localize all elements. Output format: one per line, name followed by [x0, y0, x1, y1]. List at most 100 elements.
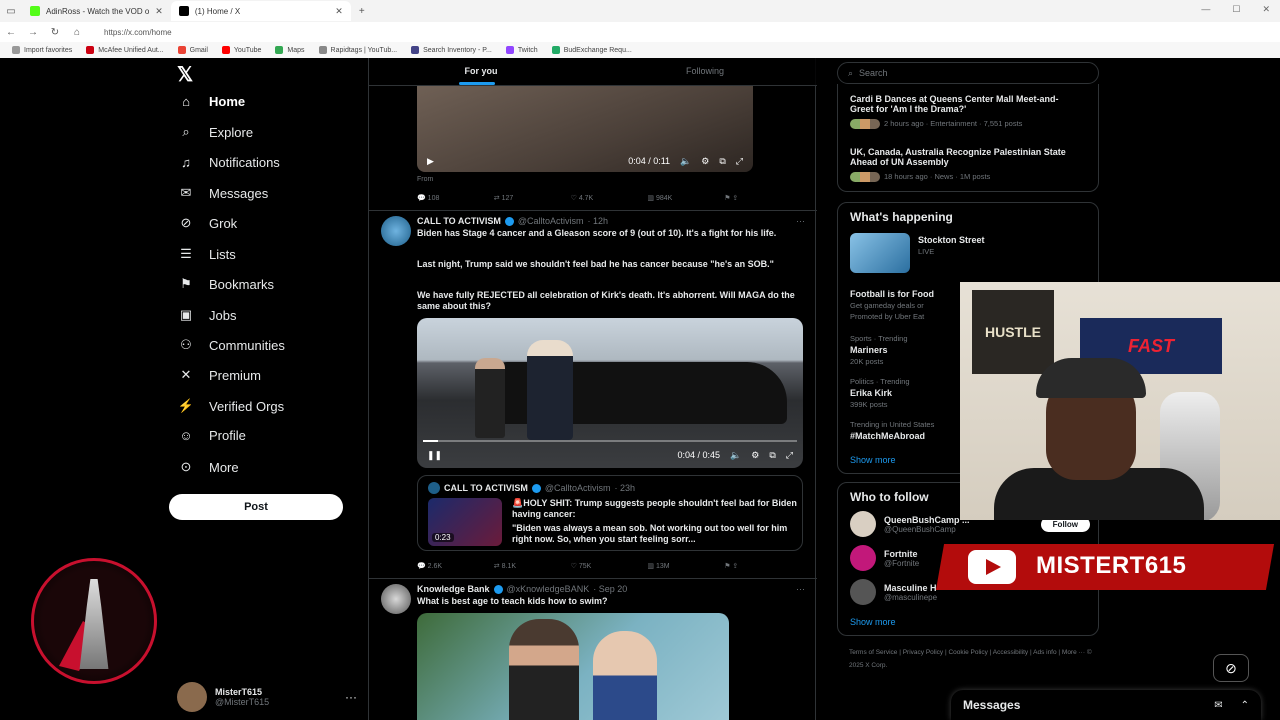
nav-more[interactable]: ⊙ More [177, 459, 239, 475]
play-icon[interactable]: ▶ [427, 156, 434, 167]
mute-icon[interactable]: 🔈 [680, 156, 691, 167]
messages-title: Messages [963, 698, 1021, 712]
account-switcher[interactable]: MisterT615 @MisterT615 ··· [177, 682, 357, 712]
home-icon[interactable]: ⌂ [66, 27, 88, 38]
x-logo-icon[interactable]: 𝕏 [177, 62, 193, 87]
bookmark-item[interactable]: Search Inventory - P... [411, 46, 492, 54]
post-button[interactable]: Post [169, 494, 343, 520]
settings-icon[interactable]: ⚙ [751, 450, 759, 461]
author-handle[interactable]: @CalltoActivism [518, 216, 584, 226]
close-tab-icon[interactable]: ✕ [335, 6, 343, 17]
nav-explore[interactable]: ⌕ Explore [177, 124, 253, 140]
divider [369, 210, 817, 211]
more-icon[interactable]: ··· [345, 690, 357, 704]
bookmark-item[interactable]: Gmail [177, 46, 208, 54]
bookmark-item[interactable]: McAfee Unified Aut... [86, 46, 164, 54]
nav-grok[interactable]: ⊘ Grok [177, 215, 238, 231]
tweet2-video[interactable]: ❚❚ 0:04 / 0:45 🔈 ⚙ ⧉ ⤢ [417, 318, 803, 468]
quoted-tweet[interactable]: CALL TO ACTIVISM @CalltoActivism · 23h 0… [417, 475, 803, 551]
avatar[interactable] [381, 216, 411, 246]
live-title[interactable]: Stockton Street [918, 235, 1148, 245]
nav-jobs[interactable]: ▣ Jobs [177, 307, 237, 323]
nav-messages[interactable]: ✉ Messages [177, 185, 269, 201]
x-icon [178, 6, 189, 16]
author-name[interactable]: CALL TO ACTIVISM [417, 216, 501, 226]
bookmark-item[interactable]: Twitch [505, 46, 538, 54]
tab-title: (1) Home / X [194, 6, 241, 16]
chevron-up-icon[interactable]: ⌃ [1241, 700, 1249, 711]
views-button[interactable]: ▥ 13M [647, 562, 724, 570]
youtube-channel-banner: MISTERT615 [935, 534, 1275, 600]
pip-icon[interactable]: ⧉ [769, 450, 775, 461]
grok-icon[interactable]: ⊘ [1213, 654, 1249, 682]
news-item-title[interactable]: UK, Canada, Australia Recognize Palestin… [850, 147, 1080, 167]
close-tab-icon[interactable]: ✕ [155, 6, 163, 17]
video-controls: ❚❚ 0:04 / 0:45 🔈 ⚙ ⧉ ⤢ [417, 442, 803, 468]
tab-actions-icon[interactable]: ▭ [0, 6, 22, 17]
reply-button[interactable]: 💬 108 [417, 194, 494, 202]
url-field[interactable]: https://x.com/home [104, 28, 172, 37]
forward-icon[interactable]: → [22, 27, 44, 38]
bookmark-icon[interactable]: ⚑ ⇪ [724, 194, 801, 202]
fullscreen-icon[interactable]: ⤢ [786, 450, 793, 461]
tab-for-you[interactable]: For you [369, 58, 593, 85]
like-button[interactable]: ♡ 75K [571, 562, 648, 570]
minimize-icon[interactable]: — [1201, 4, 1210, 15]
settings-icon[interactable]: ⚙ [701, 156, 709, 167]
nav-communities[interactable]: ⚇ Communities [177, 337, 285, 353]
nav-notifications[interactable]: ♫ Notifications [177, 155, 280, 170]
reply-button[interactable]: 💬 2.6K [417, 562, 494, 570]
avatar[interactable] [381, 584, 411, 614]
fullscreen-icon[interactable]: ⤢ [736, 156, 743, 167]
new-message-icon[interactable]: ✉ [1214, 700, 1222, 711]
live-thumbnail[interactable] [850, 233, 910, 273]
nav-verified-orgs[interactable]: ⚡ Verified Orgs [177, 398, 284, 414]
nav-bookmarks[interactable]: ⚑ Bookmarks [177, 276, 274, 292]
tab-following[interactable]: Following [593, 58, 817, 85]
tweet-time[interactable]: · 12h [588, 216, 609, 226]
tab-adinross[interactable]: AdinRoss - Watch the VOD o ✕ [22, 1, 171, 21]
video-frame-person [527, 340, 573, 440]
section-heading: Who to follow [850, 490, 929, 504]
browser-chrome: ▭ AdinRoss - Watch the VOD o ✕ (1) Home … [0, 0, 1280, 58]
close-window-icon[interactable]: ✕ [1262, 4, 1270, 15]
bookmark-item[interactable]: YouTube [221, 46, 261, 54]
mute-icon[interactable]: 🔈 [730, 450, 741, 461]
tweet-time[interactable]: · Sep 20 [593, 584, 627, 594]
nav-lists[interactable]: ☰ Lists [177, 246, 236, 262]
bookmark-icon[interactable]: ⚑ ⇪ [724, 562, 801, 570]
pause-icon[interactable]: ❚❚ [427, 450, 442, 461]
show-more-link[interactable]: Show more [850, 617, 896, 627]
views-button[interactable]: ▥ 984K [647, 194, 724, 202]
author-handle[interactable]: @xKnowledgeBANK [507, 584, 590, 594]
bookmark-item[interactable]: Import favorites [12, 46, 72, 54]
nav-premium[interactable]: ✕ Premium [177, 367, 261, 383]
show-more-link[interactable]: Show more [850, 455, 896, 465]
tab-bar: ▭ AdinRoss - Watch the VOD o ✕ (1) Home … [0, 0, 1280, 22]
messages-drawer[interactable]: Messages ✉ ⌃ [951, 690, 1261, 720]
new-tab-icon[interactable]: + [351, 6, 373, 17]
footer-links[interactable]: Terms of Service | Privacy Policy | Cook… [849, 646, 1099, 672]
news-item-title[interactable]: Cardi B Dances at Queens Center Mall Mee… [850, 94, 1080, 114]
author-name[interactable]: Knowledge Bank [417, 584, 490, 594]
bookmark-item[interactable]: BudExchange Requ... [551, 46, 632, 54]
pip-icon[interactable]: ⧉ [719, 156, 725, 167]
back-icon[interactable]: ← [0, 27, 22, 38]
trend-posts: 399K posts [850, 400, 888, 409]
tweet1-video[interactable]: ▶ 0:04 / 0:11 🔈 ⚙ ⧉ ⤢ [417, 86, 753, 172]
more-icon[interactable]: ··· [796, 584, 805, 594]
bookmark-item[interactable]: Rapidtags | YouTub... [318, 46, 397, 54]
refresh-icon[interactable]: ↻ [44, 27, 66, 38]
tab-x-home[interactable]: (1) Home / X ✕ [170, 1, 351, 21]
maximize-icon[interactable]: ☐ [1232, 4, 1240, 15]
nav-home[interactable]: ⌂ Home [177, 94, 245, 109]
like-button[interactable]: ♡ 4.7K [571, 194, 648, 202]
more-icon[interactable]: ··· [796, 216, 805, 226]
search-input[interactable]: ⌕ Search [837, 62, 1099, 84]
tweet3-image[interactable] [417, 613, 729, 720]
bookmark-item[interactable]: Maps [275, 46, 305, 54]
trend-posts: 20K posts [850, 357, 884, 366]
repost-button[interactable]: ⇄ 127 [494, 194, 571, 202]
nav-profile[interactable]: ☺ Profile [177, 428, 246, 443]
repost-button[interactable]: ⇄ 8.1K [494, 562, 571, 570]
